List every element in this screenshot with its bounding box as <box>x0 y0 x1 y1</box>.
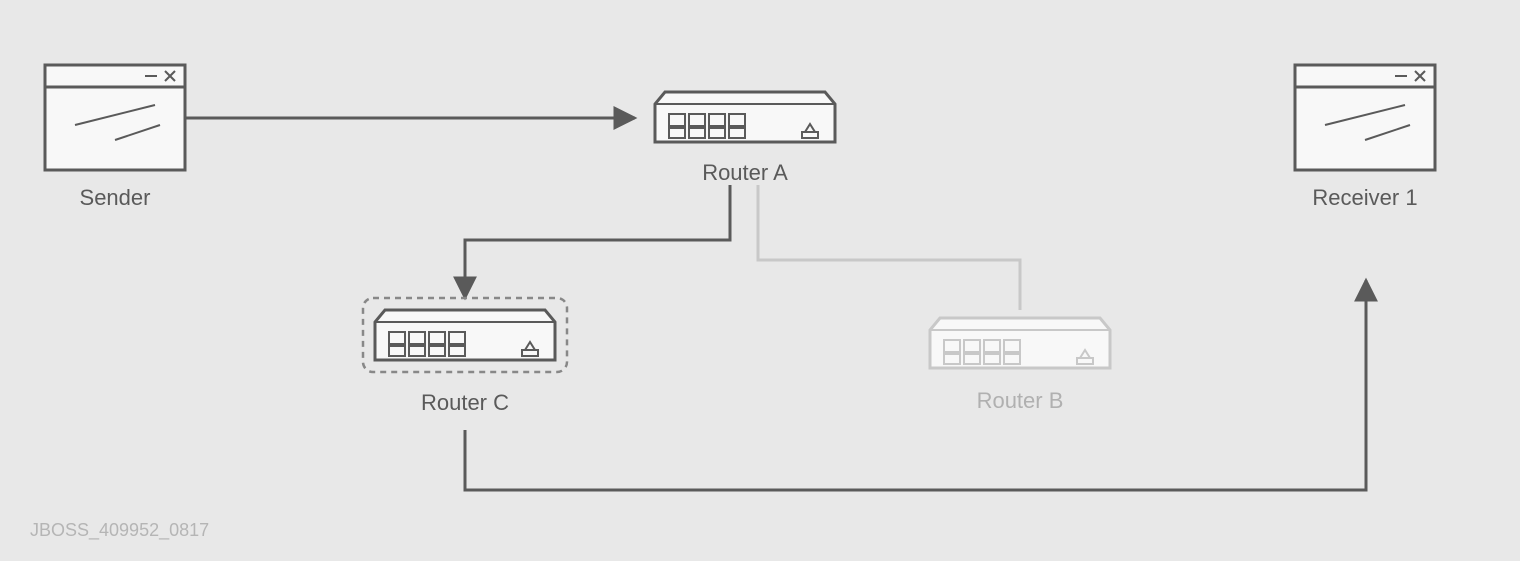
routerA-label: Router A <box>655 160 835 186</box>
routerC-label: Router C <box>375 390 555 416</box>
edge-routerA-to-routerC <box>465 185 730 298</box>
sender-icon <box>45 65 185 170</box>
diagram-canvas <box>0 0 1520 561</box>
edge-routerA-to-routerB <box>758 185 1020 310</box>
routerC-icon <box>363 298 567 372</box>
sender-label: Sender <box>45 185 185 211</box>
receiver1-icon <box>1295 65 1435 170</box>
routerA-icon <box>655 92 835 142</box>
footer-id: JBOSS_409952_0817 <box>30 520 209 541</box>
edge-routerC-to-receiver1 <box>465 280 1366 490</box>
routerB-icon <box>930 318 1110 368</box>
receiver1-label: Receiver 1 <box>1290 185 1440 211</box>
routerB-label: Router B <box>930 388 1110 414</box>
